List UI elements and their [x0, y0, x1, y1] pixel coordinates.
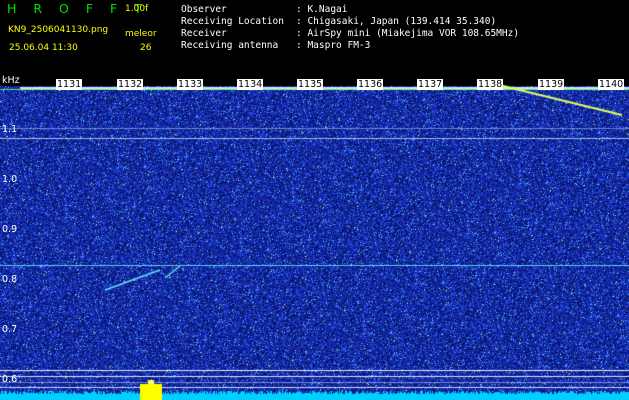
mode-value: 26: [140, 43, 152, 53]
time-label: 1131: [56, 79, 83, 90]
header-panel: H R O F F T 1.00f KN9_2506041130.png mel…: [0, 0, 629, 78]
datetime-label: 25.06.04 11:30: [9, 43, 78, 53]
version-label: 1.00f: [125, 4, 149, 14]
freq-tick: 0.9: [2, 224, 18, 235]
freq-tick: 0.6: [2, 374, 18, 385]
time-label: 1135: [297, 79, 324, 90]
time-label: 1137: [417, 79, 444, 90]
freq-tick: 1.0: [2, 174, 18, 185]
freq-tick: 0.8: [2, 274, 18, 285]
time-label: 1140: [598, 79, 625, 90]
filename-label: KN9_2506041130.png: [8, 25, 109, 35]
time-label: 1139: [538, 79, 565, 90]
freq-tick: 0.7: [2, 324, 18, 335]
time-label: 1136: [357, 79, 384, 90]
mode-label: meleor: [125, 29, 157, 39]
time-label: 1133: [177, 79, 204, 90]
observer-value: : K.Nagai: [296, 4, 348, 15]
observer-label: Observer: [181, 4, 227, 15]
time-label: 1132: [117, 79, 144, 90]
time-label: 1134: [237, 79, 264, 90]
time-label: 1138: [477, 79, 504, 90]
antenna-value: : Maspro FM-3: [296, 40, 371, 51]
freq-unit-label: kHz: [2, 75, 20, 86]
location-value: : Chigasaki, Japan (139.414 35.340): [296, 16, 497, 27]
receiver-label: Receiver: [181, 28, 227, 39]
receiver-value: : AirSpy mini (Miakejima VOR 108.65MHz): [296, 28, 520, 39]
antenna-label: Receiving antenna: [181, 40, 279, 51]
freq-tick: 1.1: [2, 124, 18, 135]
location-label: Receiving Location: [181, 16, 284, 27]
spectrogram-canvas[interactable]: [0, 78, 629, 400]
